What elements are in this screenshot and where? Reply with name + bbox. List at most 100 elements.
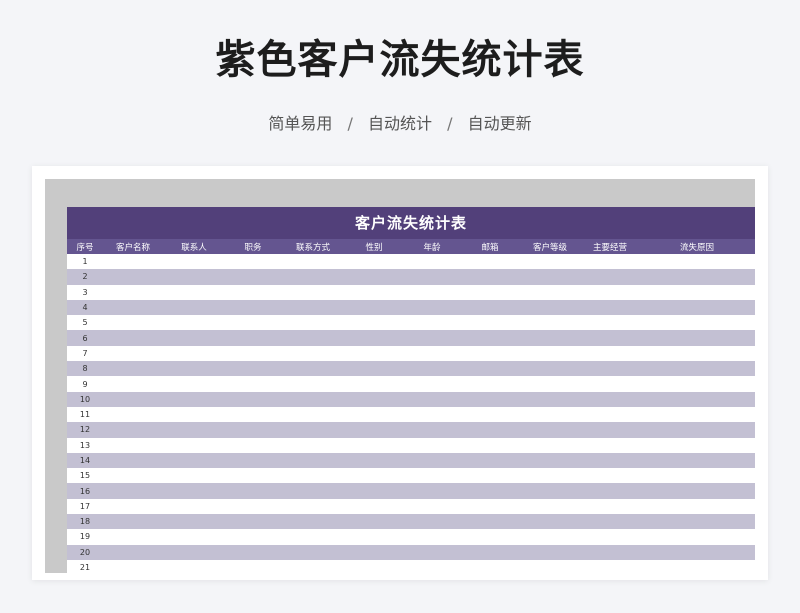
row-number-cell[interactable]: 2 — [67, 269, 103, 285]
table-cell[interactable] — [639, 284, 755, 300]
table-cell[interactable] — [345, 269, 403, 285]
table-cell[interactable] — [581, 345, 639, 362]
table-cell[interactable] — [163, 483, 225, 499]
table-cell[interactable] — [103, 498, 163, 515]
table-cell[interactable] — [281, 269, 345, 285]
table-cell[interactable] — [281, 422, 345, 438]
row-number-cell[interactable]: 19 — [67, 529, 103, 545]
table-cell[interactable] — [103, 376, 163, 392]
table-cell[interactable] — [639, 406, 755, 423]
table-cell[interactable] — [519, 422, 581, 438]
table-cell[interactable] — [103, 422, 163, 438]
table-cell[interactable] — [163, 315, 225, 331]
table-cell[interactable] — [519, 269, 581, 285]
table-cell[interactable] — [639, 299, 755, 316]
table-cell[interactable] — [345, 422, 403, 438]
table-cell[interactable] — [103, 559, 163, 573]
table-cell[interactable] — [225, 452, 281, 469]
table-cell[interactable] — [639, 361, 755, 377]
row-number-cell[interactable]: 14 — [67, 452, 103, 469]
table-cell[interactable] — [581, 376, 639, 392]
table-cell[interactable] — [345, 391, 403, 407]
table-cell[interactable] — [281, 391, 345, 407]
table-cell[interactable] — [163, 437, 225, 453]
table-cell[interactable] — [519, 498, 581, 515]
table-cell[interactable] — [163, 422, 225, 438]
table-cell[interactable] — [403, 483, 461, 499]
table-cell[interactable] — [225, 361, 281, 377]
table-cell[interactable] — [403, 345, 461, 362]
table-cell[interactable] — [581, 514, 639, 530]
row-number-cell[interactable]: 20 — [67, 544, 103, 560]
table-cell[interactable] — [103, 299, 163, 316]
table-cell[interactable] — [345, 361, 403, 377]
table-cell[interactable] — [281, 559, 345, 573]
table-cell[interactable] — [403, 422, 461, 438]
table-cell[interactable] — [345, 345, 403, 362]
row-number-cell[interactable]: 8 — [67, 361, 103, 377]
table-cell[interactable] — [461, 437, 519, 453]
table-cell[interactable] — [639, 452, 755, 469]
table-cell[interactable] — [345, 483, 403, 499]
row-number-cell[interactable]: 9 — [67, 376, 103, 392]
table-cell[interactable] — [639, 514, 755, 530]
table-cell[interactable] — [639, 345, 755, 362]
table-cell[interactable] — [519, 284, 581, 300]
table-cell[interactable] — [345, 514, 403, 530]
table-cell[interactable] — [519, 468, 581, 484]
table-cell[interactable] — [519, 437, 581, 453]
table-cell[interactable] — [581, 544, 639, 560]
table-cell[interactable] — [345, 452, 403, 469]
table-cell[interactable] — [103, 284, 163, 300]
table-cell[interactable] — [639, 315, 755, 331]
table-cell[interactable] — [281, 315, 345, 331]
table-cell[interactable] — [581, 269, 639, 285]
table-cell[interactable] — [403, 559, 461, 573]
table-cell[interactable] — [225, 437, 281, 453]
table-cell[interactable] — [281, 376, 345, 392]
table-cell[interactable] — [403, 315, 461, 331]
row-number-cell[interactable]: 7 — [67, 345, 103, 362]
table-cell[interactable] — [461, 422, 519, 438]
table-cell[interactable] — [461, 361, 519, 377]
table-cell[interactable] — [639, 544, 755, 560]
table-cell[interactable] — [345, 559, 403, 573]
table-cell[interactable] — [403, 299, 461, 316]
table-cell[interactable] — [461, 529, 519, 545]
table-cell[interactable] — [519, 299, 581, 316]
table-cell[interactable] — [461, 269, 519, 285]
table-cell[interactable] — [461, 468, 519, 484]
table-cell[interactable] — [581, 529, 639, 545]
table-cell[interactable] — [581, 422, 639, 438]
table-cell[interactable] — [461, 452, 519, 469]
table-cell[interactable] — [639, 498, 755, 515]
table-cell[interactable] — [345, 376, 403, 392]
row-number-cell[interactable]: 6 — [67, 330, 103, 346]
table-cell[interactable] — [581, 254, 639, 270]
table-cell[interactable] — [103, 269, 163, 285]
table-cell[interactable] — [581, 468, 639, 484]
table-cell[interactable] — [345, 468, 403, 484]
table-cell[interactable] — [103, 529, 163, 545]
table-cell[interactable] — [345, 299, 403, 316]
table-cell[interactable] — [163, 406, 225, 423]
table-cell[interactable] — [103, 437, 163, 453]
table-cell[interactable] — [403, 452, 461, 469]
table-cell[interactable] — [163, 376, 225, 392]
table-cell[interactable] — [225, 529, 281, 545]
table-cell[interactable] — [163, 498, 225, 515]
row-number-cell[interactable]: 1 — [67, 254, 103, 270]
table-cell[interactable] — [403, 468, 461, 484]
table-cell[interactable] — [225, 483, 281, 499]
table-cell[interactable] — [461, 254, 519, 270]
table-cell[interactable] — [639, 391, 755, 407]
table-cell[interactable] — [519, 452, 581, 469]
table-cell[interactable] — [163, 330, 225, 346]
table-cell[interactable] — [163, 361, 225, 377]
table-cell[interactable] — [639, 269, 755, 285]
table-cell[interactable] — [281, 345, 345, 362]
table-cell[interactable] — [639, 468, 755, 484]
table-cell[interactable] — [519, 544, 581, 560]
table-cell[interactable] — [403, 376, 461, 392]
table-cell[interactable] — [225, 468, 281, 484]
